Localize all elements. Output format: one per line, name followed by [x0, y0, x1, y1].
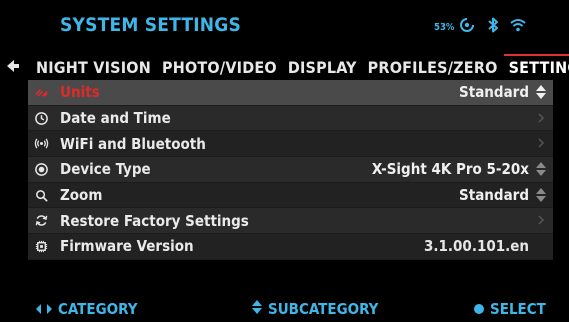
firmware-version-value: 3.1.00.101.en	[424, 237, 529, 256]
battery-percent: 53%	[434, 22, 455, 33]
refresh-icon	[32, 212, 50, 230]
footer-category-hint: CATEGORY	[36, 296, 138, 322]
menu-row-restore-factory[interactable]: Restore Factory Settings	[28, 208, 553, 235]
menu-row-value: X-Sight 4K Pro 5-20x	[371, 160, 529, 179]
menu-row-label: Restore Factory Settings	[60, 211, 249, 230]
tab-display[interactable]: DISPLAY	[283, 58, 363, 80]
tab-profiles-zero[interactable]: PROFILES/ZERO	[363, 58, 504, 80]
tab-night-vision[interactable]: NIGHT VISION	[31, 58, 157, 80]
back-arrow-icon[interactable]	[6, 59, 20, 73]
device-screen: { "header": { "title": "SYSTEM SETTINGS"…	[0, 0, 569, 322]
chevron-right-icon	[535, 111, 547, 125]
chip-icon	[32, 237, 50, 255]
footer-subcategory-hint: SUBCATEGORY	[252, 296, 378, 322]
chevron-right-icon	[535, 213, 547, 227]
dot-icon	[474, 300, 484, 318]
menu-row-label: WiFi and Bluetooth	[60, 134, 206, 153]
menu-row-wifi-bluetooth[interactable]: WiFi and Bluetooth	[28, 131, 553, 158]
footer-select-hint: SELECT	[474, 296, 546, 322]
menu-row-date-time[interactable]: Date and Time	[28, 105, 553, 132]
menu-row-label: Zoom	[60, 186, 103, 205]
chevron-right-icon	[535, 136, 547, 150]
left-right-arrows-icon	[36, 300, 52, 318]
ruler-units-icon	[32, 83, 50, 101]
menu-row-zoom[interactable]: Zoom Standard	[28, 182, 553, 209]
up-down-arrows-icon	[535, 162, 547, 177]
device-target-icon	[32, 160, 50, 178]
tab-photo-video[interactable]: PHOTO/VIDEO	[157, 58, 283, 80]
menu-row-units[interactable]: Units Standard	[28, 80, 553, 106]
page-title: SYSTEM SETTINGS	[60, 14, 242, 36]
category-tabs: NIGHT VISION PHOTO/VIDEO DISPLAY PROFILE…	[31, 54, 569, 80]
menu-row-firmware-version[interactable]: Firmware Version 3.1.00.101.en	[28, 234, 553, 260]
wifi-icon	[509, 16, 527, 34]
tab-settings[interactable]: SETTINGS	[503, 54, 569, 80]
wireless-icon	[32, 135, 50, 153]
up-down-arrows-icon	[535, 187, 547, 202]
menu-row-value: Standard	[459, 83, 529, 102]
bluetooth-icon	[484, 16, 502, 34]
menu-row-device-type[interactable]: Device Type X-Sight 4K Pro 5-20x	[28, 157, 553, 183]
settings-list: Units Standard Date and Time WiFi and Bl…	[28, 80, 553, 260]
gyro-icon	[458, 16, 476, 34]
up-down-arrows-icon	[535, 85, 547, 99]
footer-subcategory-label: SUBCATEGORY	[268, 300, 379, 318]
menu-row-label: Date and Time	[60, 109, 171, 128]
footer-category-label: CATEGORY	[58, 300, 138, 318]
menu-row-value: Standard	[459, 186, 529, 205]
menu-row-label: Device Type	[60, 160, 151, 179]
magnifier-icon	[32, 186, 50, 204]
clock-icon	[32, 109, 50, 127]
up-down-arrows-icon	[252, 300, 262, 318]
footer-select-label: SELECT	[490, 300, 546, 318]
menu-row-label: Firmware Version	[60, 237, 194, 256]
menu-row-label: Units	[60, 83, 100, 102]
